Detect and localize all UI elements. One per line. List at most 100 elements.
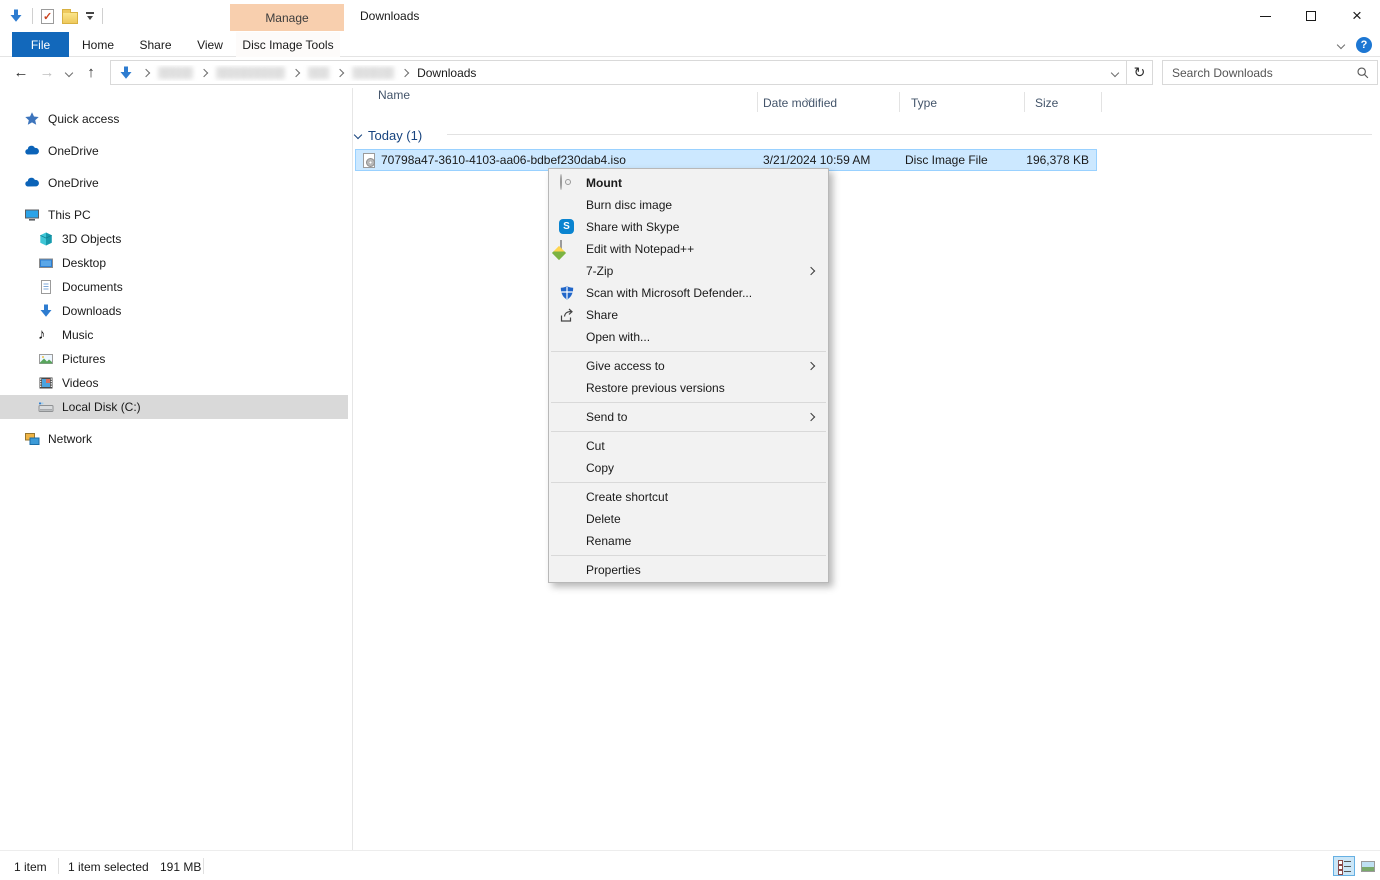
breadcrumb-segment-redacted[interactable]: ▒▒▒▒▒▒ [352,67,393,79]
selection-size: 191 MB [160,860,201,874]
menu-item-cut[interactable]: Cut [549,435,828,457]
menu-item-scan-with-defender[interactable]: Scan with Microsoft Defender... [549,282,828,304]
group-header-today[interactable]: Today (1) [355,125,422,145]
menu-item-7zip[interactable]: 7-Zip [549,260,828,282]
column-header-date-modified[interactable]: Date modified [763,96,837,110]
search-input[interactable] [1163,66,1349,80]
minimize-button[interactable] [1242,0,1288,32]
menu-item-properties[interactable]: Properties [549,559,828,581]
menu-item-open-with[interactable]: Open with... [549,326,828,348]
navigation-bar: ← → ↑ ▒▒▒▒▒ ▒▒▒▒▒▒▒▒▒▒ ▒▒▒ ▒▒▒▒▒▒ Downlo… [0,57,1380,88]
recent-locations-icon[interactable] [58,57,80,88]
hard-disk-icon [38,399,54,415]
document-icon [38,279,54,295]
sidebar-item-local-disk-c[interactable]: Local Disk (C:) [0,395,348,419]
column-divider[interactable] [1024,92,1025,112]
forward-icon[interactable]: → [36,57,58,88]
downloads-arrow-icon [38,303,54,319]
sidebar-item-desktop[interactable]: Desktop [0,251,348,275]
menu-item-share-with-skype[interactable]: S Share with Skype [549,216,828,238]
menu-item-edit-with-notepadpp[interactable]: Edit with Notepad++ [549,238,828,260]
details-view-icon [1338,860,1351,872]
menu-item-copy[interactable]: Copy [549,457,828,479]
menu-item-restore-previous-versions[interactable]: Restore previous versions [549,377,828,399]
music-note-icon: ♪ [38,327,54,343]
sidebar-item-3d-objects[interactable]: 3D Objects [0,227,348,251]
defender-shield-icon [559,285,575,301]
new-folder-icon[interactable] [62,12,78,24]
breadcrumb-separator-icon [401,68,409,76]
collapse-group-icon[interactable] [354,131,362,139]
menu-item-rename[interactable]: Rename [549,530,828,552]
mount-disc-icon [559,175,575,191]
menu-item-give-access-to[interactable]: Give access to [549,355,828,377]
breadcrumb-segment-redacted[interactable]: ▒▒▒▒▒ [158,67,192,79]
large-icons-view-button[interactable] [1357,856,1379,876]
file-date-modified: 3/21/2024 10:59 AM [763,153,870,167]
up-icon[interactable]: ↑ [80,57,102,88]
onedrive-cloud-icon [24,143,40,159]
column-divider[interactable] [757,92,758,112]
sidebar-item-onedrive[interactable]: OneDrive [0,139,348,163]
menu-item-share[interactable]: Share [549,304,828,326]
this-pc-monitor-icon [24,207,40,223]
close-icon: × [1352,11,1362,21]
context-menu: Mount Burn disc image S Share with Skype… [548,168,829,583]
address-dropdown-icon[interactable] [1104,70,1126,76]
thumbnails-view-icon [1361,861,1375,872]
maximize-button[interactable] [1288,0,1334,32]
menu-item-burn-disc-image[interactable]: Burn disc image [549,194,828,216]
manage-contextual-tab-label: Manage [230,4,344,31]
navigation-pane: Quick access OneDrive OneDrive This PC [0,88,352,850]
breadcrumb-segment-redacted[interactable]: ▒▒▒ [308,67,328,79]
tab-view[interactable]: View [184,32,236,57]
menu-item-delete[interactable]: Delete [549,508,828,530]
sidebar-item-documents[interactable]: Documents [0,275,348,299]
3d-cube-icon [38,231,54,247]
expand-ribbon-icon[interactable] [1337,40,1345,48]
breadcrumb-current-location[interactable]: Downloads [417,66,476,80]
sidebar-item-videos[interactable]: Videos [0,371,348,395]
properties-icon[interactable] [41,9,54,24]
tab-home[interactable]: Home [69,32,127,57]
column-header-name[interactable]: Name [378,88,410,102]
column-header-type[interactable]: Type [911,96,937,110]
menu-item-create-shortcut[interactable]: Create shortcut [549,486,828,508]
pane-divider [352,88,353,850]
sidebar-item-network[interactable]: Network [0,427,348,451]
location-folder-icon [118,65,134,81]
menu-item-mount[interactable]: Mount [549,172,828,194]
column-header-size[interactable]: Size [1035,96,1058,110]
sidebar-item-downloads[interactable]: Downloads [0,299,348,323]
notepadpp-icon [559,241,575,257]
window-title: Downloads [360,9,419,23]
menu-item-send-to[interactable]: Send to [549,406,828,428]
sidebar-item-quick-access[interactable]: Quick access [0,107,348,131]
column-divider[interactable] [899,92,900,112]
menu-separator [551,402,826,403]
menu-separator [551,482,826,483]
tab-share[interactable]: Share [127,32,184,57]
sidebar-item-onedrive-2[interactable]: OneDrive [0,171,348,195]
submenu-arrow-icon [807,267,815,275]
selection-count: 1 item selected [68,860,149,874]
breadcrumb-segment-redacted[interactable]: ▒▒▒▒▒▒▒▒▒▒ [216,67,284,79]
maximize-icon [1306,11,1316,21]
back-icon[interactable]: ← [10,57,32,88]
details-view-button[interactable] [1333,856,1355,876]
close-button[interactable]: × [1334,0,1380,32]
refresh-icon[interactable]: ↻ [1126,60,1152,85]
tab-file[interactable]: File [12,32,69,57]
sidebar-item-music[interactable]: ♪ Music [0,323,348,347]
search-icon[interactable] [1349,66,1377,80]
tab-disc-image-tools[interactable]: Disc Image Tools [236,32,340,57]
column-divider[interactable] [1101,92,1102,112]
help-icon[interactable]: ? [1356,37,1372,53]
quick-access-toolbar [8,0,103,32]
desktop-icon [38,255,54,271]
address-bar[interactable]: ▒▒▒▒▒ ▒▒▒▒▒▒▒▒▒▒ ▒▒▒ ▒▒▒▒▒▒ Downloads ↻ [110,60,1153,85]
customize-toolbar-icon[interactable] [86,12,94,20]
share-icon [559,307,575,323]
sidebar-item-this-pc[interactable]: This PC [0,203,348,227]
sidebar-item-pictures[interactable]: Pictures [0,347,348,371]
